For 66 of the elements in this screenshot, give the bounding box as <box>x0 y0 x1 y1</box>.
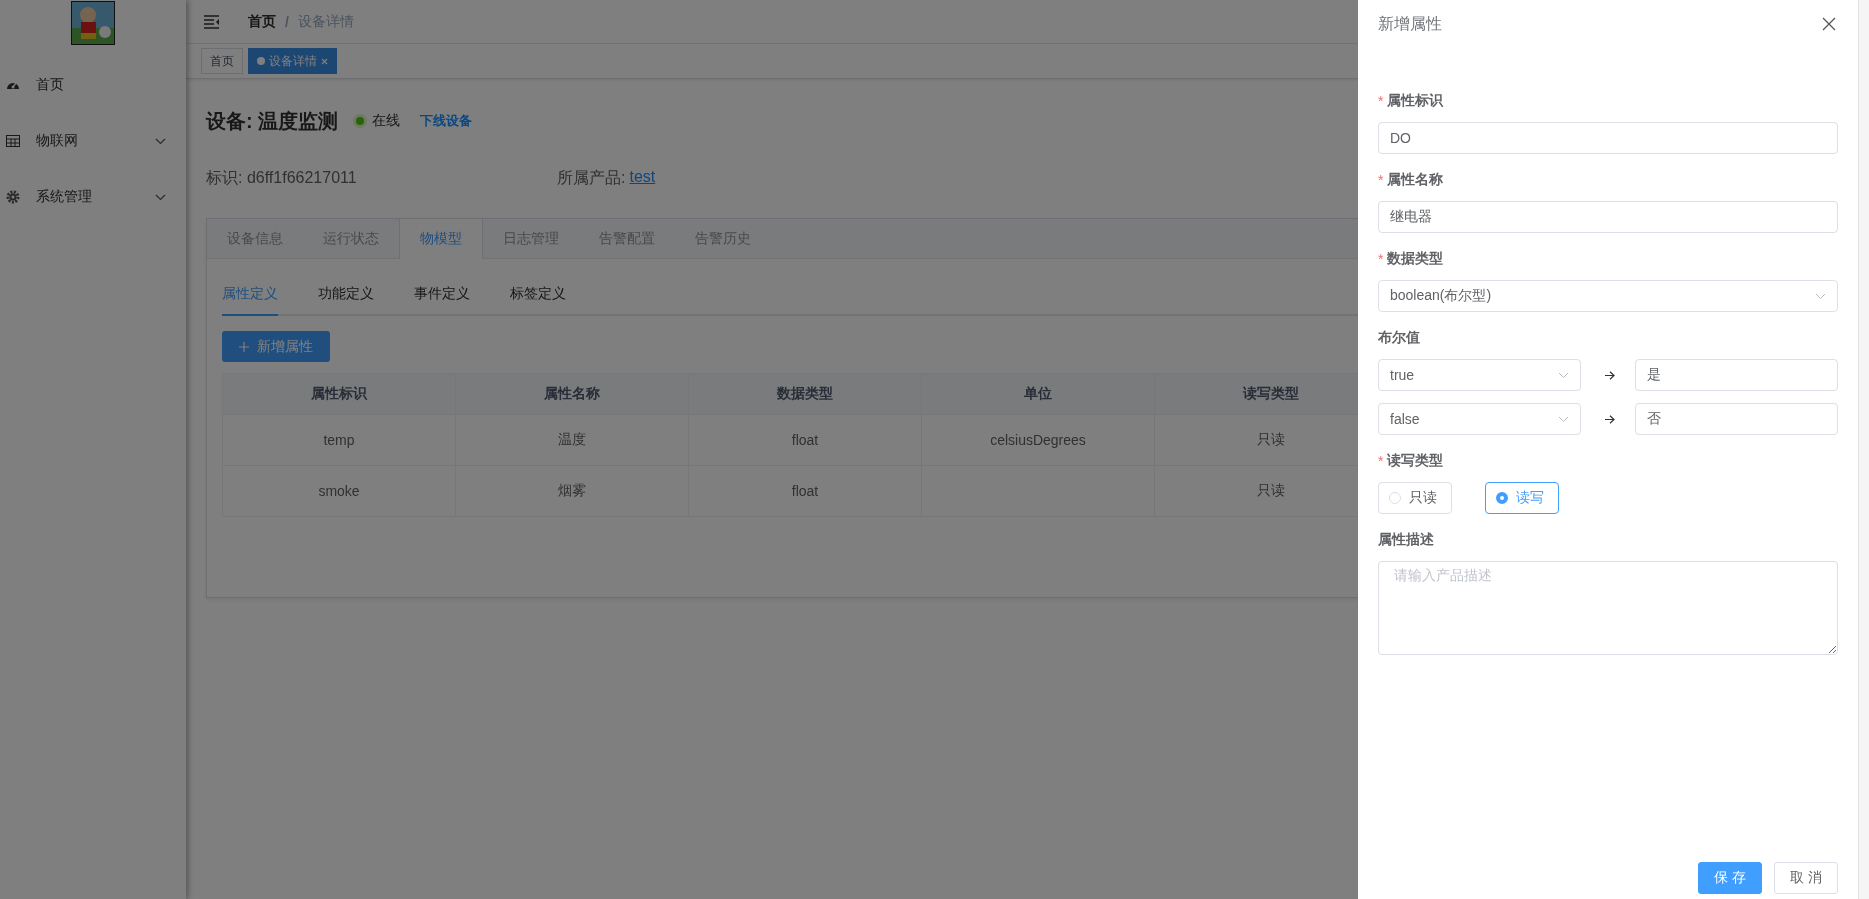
description-field[interactable]: 请输入产品描述 <box>1378 561 1838 655</box>
field-label: 属性描述 <box>1378 531 1434 549</box>
page-tag[interactable]: 设备详情 <box>248 48 337 74</box>
field-label: 属性名称 <box>1387 171 1444 189</box>
menu-icon[interactable] <box>204 14 220 29</box>
field-label: 读写类型 <box>1387 452 1444 470</box>
chevron-down-icon <box>155 137 166 145</box>
subtab[interactable]: 事件定义 <box>414 274 470 316</box>
arrow-right-icon <box>1605 414 1615 424</box>
radio-button[interactable]: 只读 <box>1378 482 1452 514</box>
sidebar-item[interactable]: 首页 <box>0 57 186 113</box>
table-cell: 烟雾 <box>455 465 689 517</box>
breadcrumb-item[interactable]: 首页 <box>248 12 276 31</box>
field-label: 布尔值 <box>1378 329 1420 347</box>
column-header: 单位 <box>921 373 1155 415</box>
input-field[interactable]: 是 <box>1635 359 1838 391</box>
menu-label: 首页 <box>36 76 65 94</box>
drawer-title: 新增属性 <box>1378 13 1442 34</box>
required-mark: * <box>1378 93 1384 109</box>
table-cell: celsiusDegrees <box>921 414 1155 466</box>
menu-label: 物联网 <box>36 132 79 150</box>
device-identifier: 标识: d6ff1f66217011 <box>206 167 358 188</box>
required-mark: * <box>1378 251 1384 267</box>
table-cell: smoke <box>222 465 456 517</box>
add-property-button[interactable]: 新增属性 <box>222 331 330 362</box>
menu-label: 系统管理 <box>36 188 93 206</box>
product-label: 所属产品: <box>557 167 626 188</box>
gear-icon <box>6 190 20 204</box>
sidebar-item[interactable]: 系统管理 <box>0 169 186 225</box>
chevron-down-icon <box>1558 371 1569 379</box>
grid-icon <box>6 135 20 147</box>
plus-icon <box>239 341 249 352</box>
table-cell: float <box>688 465 922 517</box>
chevron-down-icon <box>1558 415 1569 423</box>
sidebar-item[interactable]: 物联网 <box>0 113 186 169</box>
table-cell: temp <box>222 414 456 466</box>
cancel-button[interactable]: 取 消 <box>1774 862 1838 894</box>
radio-button[interactable]: 读写 <box>1485 482 1559 514</box>
save-button[interactable]: 保 存 <box>1698 862 1762 894</box>
select-field[interactable]: boolean(布尔型) <box>1378 280 1838 312</box>
arrow-right-icon <box>1605 370 1615 380</box>
close-icon[interactable] <box>1822 17 1836 31</box>
column-header: 数据类型 <box>688 373 922 415</box>
field-label: 数据类型 <box>1387 250 1444 268</box>
breadcrumb-separator: / <box>285 13 289 30</box>
field-label: 属性标识 <box>1387 92 1444 110</box>
select-field[interactable]: true <box>1378 359 1581 391</box>
required-mark: * <box>1378 172 1384 188</box>
device-title: 设备: 温度监测 <box>206 108 339 134</box>
select-field[interactable]: false <box>1378 403 1581 435</box>
input-field[interactable]: 继电器 <box>1378 201 1838 233</box>
status-label: 在线 <box>372 112 401 130</box>
dot-icon <box>257 57 265 65</box>
input-field[interactable]: DO <box>1378 122 1838 154</box>
offline-device-link[interactable]: 下线设备 <box>420 112 473 130</box>
subtab[interactable]: 功能定义 <box>318 274 374 316</box>
chevron-down-icon <box>155 193 166 201</box>
input-field[interactable]: 否 <box>1635 403 1838 435</box>
product-link[interactable]: test <box>629 167 656 189</box>
column-header: 属性标识 <box>222 373 456 415</box>
column-header: 属性名称 <box>455 373 689 415</box>
subtab[interactable]: 标签定义 <box>510 274 566 316</box>
table-cell: 温度 <box>455 414 689 466</box>
table-cell: float <box>688 414 922 466</box>
chevron-down-icon <box>1815 292 1826 300</box>
page-tag[interactable]: 首页 <box>201 48 243 74</box>
